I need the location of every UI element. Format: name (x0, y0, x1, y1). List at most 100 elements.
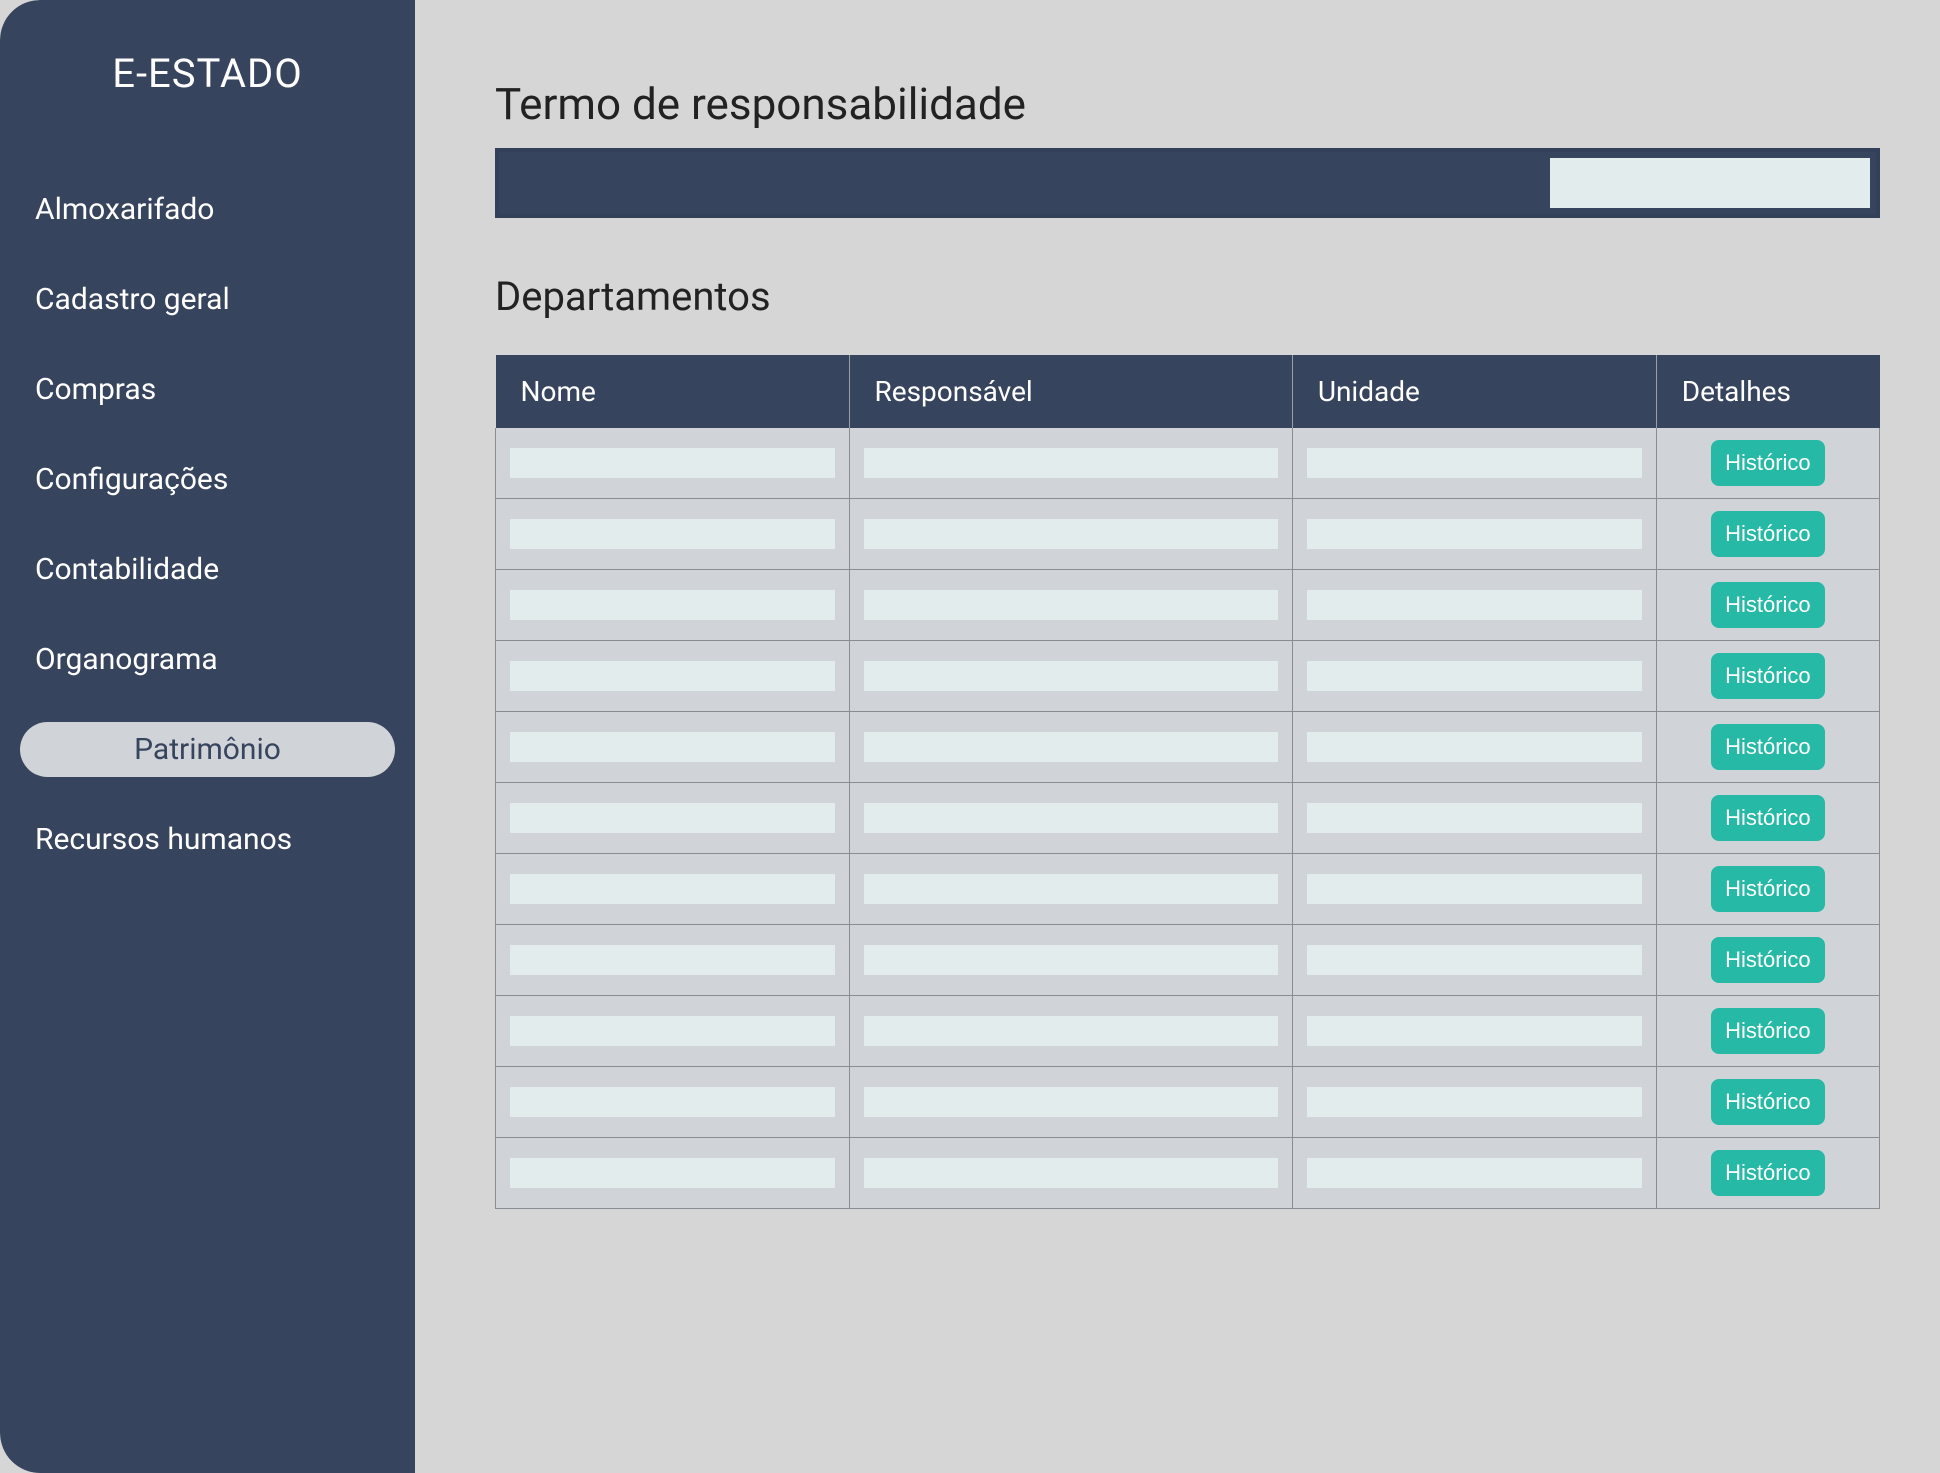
table-row: Histórico (496, 1067, 1880, 1138)
sidebar-item-contabilidade[interactable]: Contabilidade (20, 542, 395, 597)
cell-value-unidade (1307, 661, 1642, 691)
cell-unidade (1292, 712, 1656, 783)
cell-detalhes: Histórico (1656, 925, 1879, 996)
cell-detalhes: Histórico (1656, 783, 1879, 854)
cell-unidade (1292, 499, 1656, 570)
cell-value-unidade (1307, 590, 1642, 620)
nav-list: Almoxarifado Cadastro geral Compras Conf… (20, 182, 395, 867)
sidebar-item-recursos-humanos[interactable]: Recursos humanos (20, 812, 395, 867)
cell-value-nome (510, 1158, 835, 1188)
column-header-nome: Nome (496, 355, 850, 428)
cell-nome (496, 428, 850, 499)
historico-button[interactable]: Histórico (1711, 653, 1825, 699)
table-row: Histórico (496, 996, 1880, 1067)
table-row: Histórico (496, 783, 1880, 854)
cell-nome (496, 925, 850, 996)
historico-button[interactable]: Histórico (1711, 582, 1825, 628)
cell-value-nome (510, 519, 835, 549)
cell-value-unidade (1307, 1016, 1642, 1046)
cell-value-responsavel (864, 1158, 1278, 1188)
cell-unidade (1292, 428, 1656, 499)
sidebar-item-cadastro-geral[interactable]: Cadastro geral (20, 272, 395, 327)
cell-value-responsavel (864, 519, 1278, 549)
cell-value-responsavel (864, 732, 1278, 762)
cell-value-responsavel (864, 803, 1278, 833)
cell-value-responsavel (864, 945, 1278, 975)
cell-detalhes: Histórico (1656, 499, 1879, 570)
app-window: E-ESTADO Almoxarifado Cadastro geral Com… (0, 0, 1940, 1473)
historico-button[interactable]: Histórico (1711, 937, 1825, 983)
table-header-row: Nome Responsável Unidade Detalhes (496, 355, 1880, 428)
search-bar (495, 148, 1880, 218)
cell-responsavel (849, 854, 1292, 925)
historico-button[interactable]: Histórico (1711, 440, 1825, 486)
sidebar-item-configuracoes[interactable]: Configurações (20, 452, 395, 507)
cell-value-unidade (1307, 945, 1642, 975)
cell-value-nome (510, 590, 835, 620)
cell-detalhes: Histórico (1656, 1067, 1879, 1138)
cell-unidade (1292, 925, 1656, 996)
cell-nome (496, 996, 850, 1067)
sidebar-item-almoxarifado[interactable]: Almoxarifado (20, 182, 395, 237)
section-title: Departamentos (495, 273, 1880, 320)
cell-responsavel (849, 428, 1292, 499)
cell-value-unidade (1307, 448, 1642, 478)
cell-value-unidade (1307, 1158, 1642, 1188)
cell-value-unidade (1307, 732, 1642, 762)
cell-value-unidade (1307, 874, 1642, 904)
column-header-detalhes: Detalhes (1656, 355, 1879, 428)
cell-value-responsavel (864, 1087, 1278, 1117)
cell-nome (496, 570, 850, 641)
sidebar-item-patrimonio[interactable]: Patrimônio (20, 722, 395, 777)
historico-button[interactable]: Histórico (1711, 511, 1825, 557)
cell-detalhes: Histórico (1656, 996, 1879, 1067)
cell-value-nome (510, 874, 835, 904)
historico-button[interactable]: Histórico (1711, 795, 1825, 841)
cell-nome (496, 783, 850, 854)
sidebar-item-compras[interactable]: Compras (20, 362, 395, 417)
cell-responsavel (849, 499, 1292, 570)
cell-unidade (1292, 854, 1656, 925)
sidebar: E-ESTADO Almoxarifado Cadastro geral Com… (0, 0, 415, 1473)
table-row: Histórico (496, 428, 1880, 499)
cell-nome (496, 1067, 850, 1138)
search-input[interactable] (1550, 158, 1870, 208)
app-title: E-ESTADO (20, 50, 395, 97)
cell-nome (496, 499, 850, 570)
cell-nome (496, 1138, 850, 1209)
cell-value-unidade (1307, 1087, 1642, 1117)
cell-value-nome (510, 661, 835, 691)
cell-responsavel (849, 570, 1292, 641)
main-content: Termo de responsabilidade Departamentos … (415, 0, 1940, 1473)
cell-unidade (1292, 641, 1656, 712)
cell-responsavel (849, 925, 1292, 996)
cell-detalhes: Histórico (1656, 641, 1879, 712)
cell-value-nome (510, 945, 835, 975)
table-row: Histórico (496, 641, 1880, 712)
historico-button[interactable]: Histórico (1711, 866, 1825, 912)
cell-value-responsavel (864, 448, 1278, 478)
historico-button[interactable]: Histórico (1711, 1150, 1825, 1196)
table-row: Histórico (496, 499, 1880, 570)
cell-responsavel (849, 1067, 1292, 1138)
cell-unidade (1292, 783, 1656, 854)
historico-button[interactable]: Histórico (1711, 724, 1825, 770)
historico-button[interactable]: Histórico (1711, 1079, 1825, 1125)
cell-unidade (1292, 996, 1656, 1067)
column-header-responsavel: Responsável (849, 355, 1292, 428)
cell-detalhes: Histórico (1656, 1138, 1879, 1209)
cell-detalhes: Histórico (1656, 428, 1879, 499)
cell-detalhes: Histórico (1656, 570, 1879, 641)
cell-value-unidade (1307, 519, 1642, 549)
cell-value-responsavel (864, 1016, 1278, 1046)
cell-value-nome (510, 732, 835, 762)
cell-unidade (1292, 570, 1656, 641)
sidebar-item-organograma[interactable]: Organograma (20, 632, 395, 687)
cell-responsavel (849, 783, 1292, 854)
cell-responsavel (849, 1138, 1292, 1209)
cell-value-responsavel (864, 874, 1278, 904)
cell-value-nome (510, 1087, 835, 1117)
cell-value-nome (510, 803, 835, 833)
table-row: Histórico (496, 712, 1880, 783)
historico-button[interactable]: Histórico (1711, 1008, 1825, 1054)
